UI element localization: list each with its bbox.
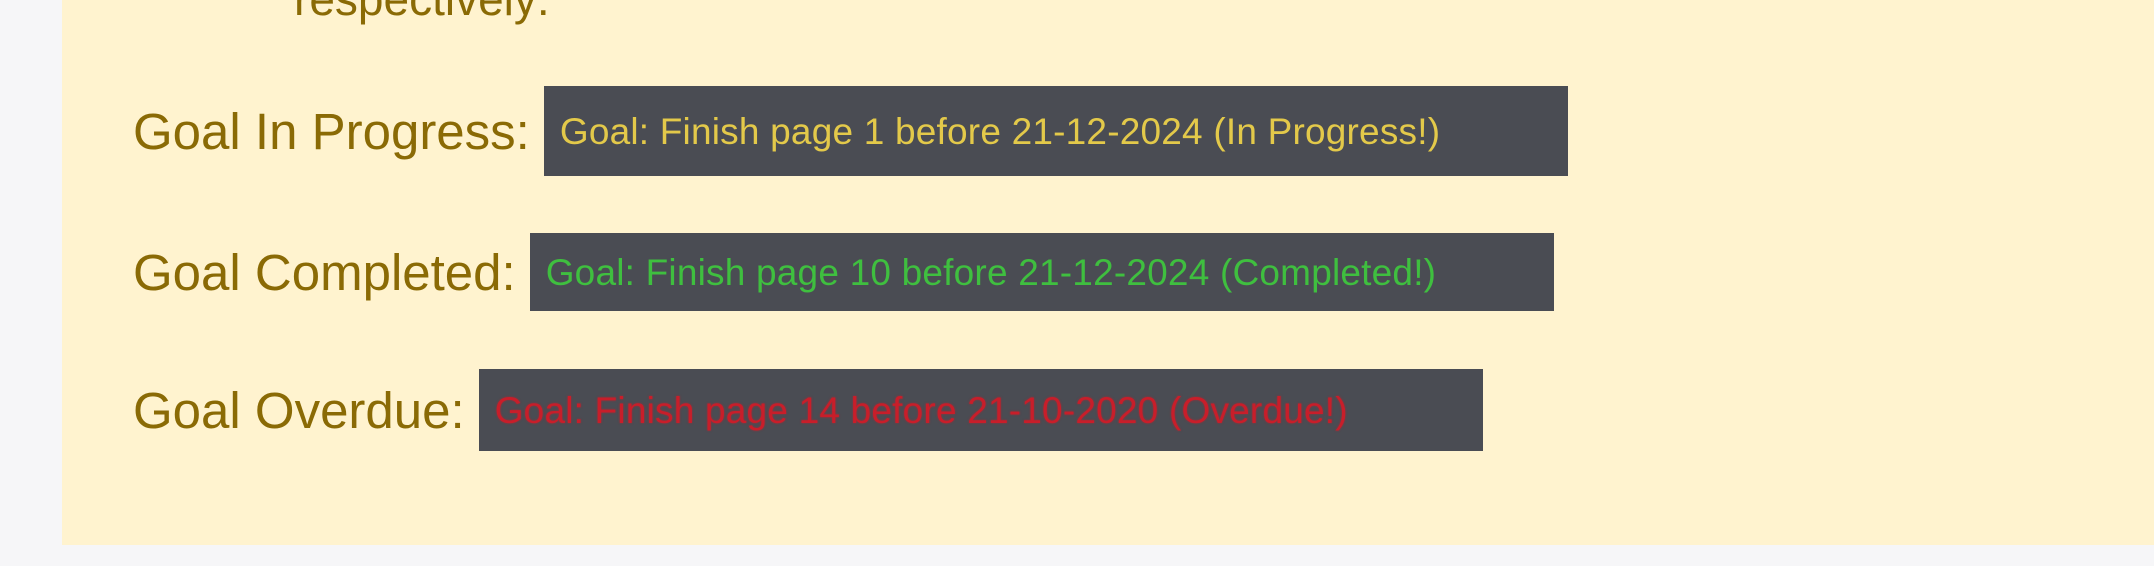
goal-overdue-row: Goal Overdue: Goal: Finish page 14 befor… xyxy=(133,369,1483,451)
goal-overdue-label: Goal Overdue: xyxy=(133,381,465,439)
goal-completed-row: Goal Completed: Goal: Finish page 10 bef… xyxy=(133,233,1554,311)
goal-in-progress-example: Goal: Finish page 1 before 21-12-2024 (I… xyxy=(543,86,1568,176)
goal-completed-label: Goal Completed: xyxy=(133,243,516,301)
left-margin xyxy=(0,0,62,545)
goal-overdue-text: Goal: Finish page 14 before 21-10-2020 (… xyxy=(494,389,1348,431)
partial-text-line: respectively: xyxy=(294,0,550,22)
goal-overdue-example: Goal: Finish page 14 before 21-10-2020 (… xyxy=(478,369,1483,451)
bottom-margin xyxy=(0,545,2154,566)
goal-in-progress-row: Goal In Progress: Goal: Finish page 1 be… xyxy=(133,86,1568,176)
goal-in-progress-text: Goal: Finish page 1 before 21-12-2024 (I… xyxy=(559,110,1441,152)
goal-in-progress-label: Goal In Progress: xyxy=(133,102,530,160)
goal-completed-example: Goal: Finish page 10 before 21-12-2024 (… xyxy=(529,233,1554,311)
goal-completed-text: Goal: Finish page 10 before 21-12-2024 (… xyxy=(545,251,1437,293)
